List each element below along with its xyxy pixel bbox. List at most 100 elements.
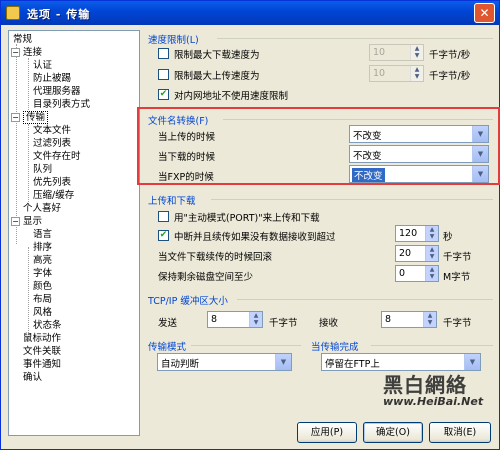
dropdown-arrow-icon[interactable]: ▼ [472,146,488,162]
arrow-down-icon[interactable]: ▼ [424,319,436,326]
select-value: 自动判断 [161,359,200,370]
fxp-conv-select[interactable]: 不改变 ▼ [349,165,489,183]
abort-timeout-spinner[interactable]: 120 ▲ ▼ [395,225,439,242]
abort-resume-label: 中断并且续传如果没有数据接收到超过 [174,232,336,243]
arrow-up-icon[interactable]: ▲ [411,66,423,73]
arrow-up-icon[interactable]: ▲ [426,266,438,273]
tree-item-text-files[interactable]: 文本文件 [33,125,71,137]
tree-item-preferences[interactable]: 个人喜好 [23,203,61,215]
tree-item-label: 风格 [33,307,53,318]
tree-item-auth[interactable]: 认证 [33,60,52,72]
tree-item-filter-list[interactable]: 过滤列表 [33,138,71,150]
tree-item-file-exists[interactable]: 文件存在时 [33,151,81,163]
arrow-down-icon[interactable]: ▼ [426,253,438,260]
spinner-arrows[interactable]: ▲ ▼ [410,66,423,81]
fxp-conv-label: 当FXP的时候 [158,172,214,183]
tree-item-label: 过滤列表 [33,138,72,149]
tree-item-label: 目录列表方式 [33,99,91,110]
tree-item-general[interactable]: 常规 [13,34,32,46]
disk-reserve-spinner[interactable]: 0 ▲ ▼ [395,265,439,282]
max-download-checkbox[interactable] [158,48,169,59]
spinner-arrows[interactable]: ▲ ▼ [425,246,438,261]
spinner-arrows[interactable]: ▲ ▼ [425,226,438,241]
tree-item-anti-idle[interactable]: 防止被踢 [33,73,71,85]
tree-item-proxy[interactable]: 代理服务器 [33,86,81,98]
tree-item-mouse-actions[interactable]: 鼠标动作 [23,333,61,345]
rollback-label: 当文件下载续传的时候回滚 [158,252,273,263]
arrow-up-icon[interactable]: ▲ [426,226,438,233]
recv-buffer-spinner[interactable]: 8 ▲ ▼ [381,311,437,328]
spinner-arrows[interactable]: ▲ ▼ [425,266,438,281]
arrow-down-icon[interactable]: ▼ [426,273,438,280]
dropdown-arrow-icon[interactable]: ▼ [275,354,291,370]
cancel-button[interactable]: 取消(E) [429,422,491,443]
spinner-value: 10 [373,47,386,58]
max-upload-checkbox[interactable] [158,69,169,80]
arrow-down-icon[interactable]: ▼ [411,52,423,59]
tree-item-label: 防止被踢 [33,73,72,84]
apply-button[interactable]: 应用(P) [297,422,357,443]
spinner-value: 8 [385,314,392,325]
tree-item-connection[interactable]: − 连接 [11,47,42,59]
tree-item-event-notify[interactable]: 事件通知 [23,359,61,371]
tree-item-dir-listing[interactable]: 目录列表方式 [33,99,90,111]
transfer-mode-select[interactable]: 自动判断 ▼ [157,353,292,371]
spinner-arrows[interactable]: ▲ ▼ [423,312,436,327]
tree-item-font[interactable]: 字体 [33,268,52,280]
tree-item-language[interactable]: 语言 [33,229,52,241]
section-divider [191,345,301,346]
disk-reserve-label: 保持剩余磁盘空间至少 [158,272,254,283]
tree-item-priority-list[interactable]: 优先列表 [33,177,71,189]
collapse-icon[interactable]: − [11,48,20,57]
arrow-up-icon[interactable]: ▲ [250,312,262,319]
spinner-arrows[interactable]: ▲ ▼ [249,312,262,327]
title-bar[interactable]: 选项 - 传输 ✕ [1,1,499,25]
rollback-spinner[interactable]: 20 ▲ ▼ [395,245,439,262]
arrow-down-icon[interactable]: ▼ [250,319,262,326]
local-no-limit-label: 对内网地址不使用速度限制 [174,91,289,102]
send-buffer-spinner[interactable]: 8 ▲ ▼ [207,311,263,328]
ok-button[interactable]: 确定(O) [363,422,423,443]
dropdown-arrow-icon[interactable]: ▼ [464,354,480,370]
active-mode-checkbox[interactable] [158,211,169,222]
arrow-up-icon[interactable]: ▲ [424,312,436,319]
abort-resume-checkbox[interactable]: ✔ [158,230,169,241]
tree-item-display[interactable]: − 显示 [11,216,42,228]
spinner-arrows[interactable]: ▲ ▼ [410,45,423,60]
arrow-down-icon[interactable]: ▼ [426,233,438,240]
tree-item-highlight[interactable]: 高亮 [33,255,52,267]
window-title: 选项 - 传输 [27,8,91,21]
tree-item-file-assoc[interactable]: 文件关联 [23,346,61,358]
section-divider [371,345,493,346]
arrow-up-icon[interactable]: ▲ [411,45,423,52]
dropdown-arrow-icon[interactable]: ▼ [472,166,488,182]
max-upload-spinner[interactable]: 10 ▲ ▼ [369,65,424,82]
download-conv-select[interactable]: 不改变 ▼ [349,145,489,163]
upload-conv-select[interactable]: 不改变 ▼ [349,125,489,143]
collapse-icon[interactable]: − [11,113,20,122]
tree-item-queue[interactable]: 队列 [33,164,52,176]
dropdown-arrow-icon[interactable]: ▼ [472,126,488,142]
arrow-down-icon[interactable]: ▼ [411,73,423,80]
collapse-icon[interactable]: − [11,217,20,226]
max-download-spinner[interactable]: 10 ▲ ▼ [369,44,424,61]
options-tree[interactable]: 常规 − 连接 认证 防止被踢 代理服务器 目录列表方式 − 传输 文本文件 过滤列… [8,30,140,436]
tree-item-label: 连接 [23,47,43,58]
arrow-up-icon[interactable]: ▲ [426,246,438,253]
tree-item-transfer[interactable]: − 传输 [11,111,49,124]
tree-item-confirm[interactable]: 确认 [23,372,42,384]
tree-item-style[interactable]: 风格 [33,307,52,319]
on-complete-title: 当传输完成 [311,342,359,353]
tree-item-label: 代理服务器 [33,86,81,97]
tree-item-colors[interactable]: 颜色 [33,281,52,293]
local-no-limit-checkbox[interactable]: ✔ [158,89,169,100]
tree-item-sorting[interactable]: 排序 [33,242,52,254]
tree-item-compress-cache[interactable]: 压缩/缓存 [33,190,74,202]
max-download-label: 限制最大下载速度为 [174,50,260,61]
tree-item-label: 字体 [33,268,53,279]
tree-item-layout[interactable]: 布局 [33,294,52,306]
send-buffer-unit: 千字节 [269,318,298,329]
upload-download-title: 上传和下载 [148,196,196,207]
close-button[interactable]: ✕ [474,3,495,23]
tree-item-status-bar[interactable]: 状态条 [33,320,62,332]
